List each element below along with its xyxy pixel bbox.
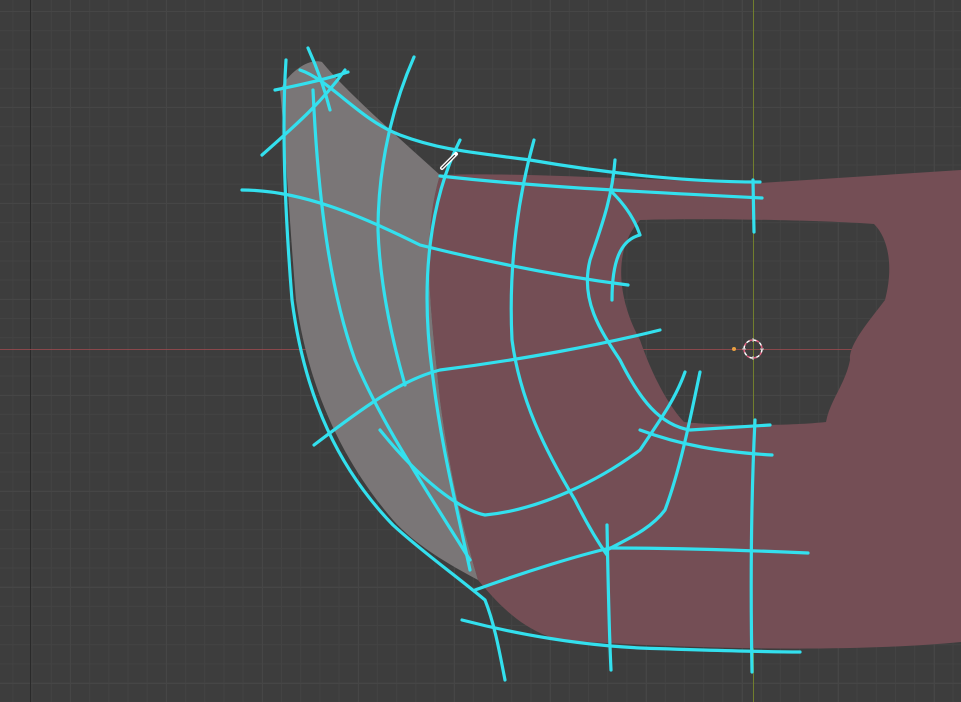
3d-viewport[interactable] [0, 0, 961, 702]
origin-dot [732, 347, 736, 351]
3d-cursor-icon[interactable] [732, 338, 764, 360]
viewport-canvas[interactable] [0, 0, 961, 702]
stroke-v-6 [751, 178, 756, 234]
